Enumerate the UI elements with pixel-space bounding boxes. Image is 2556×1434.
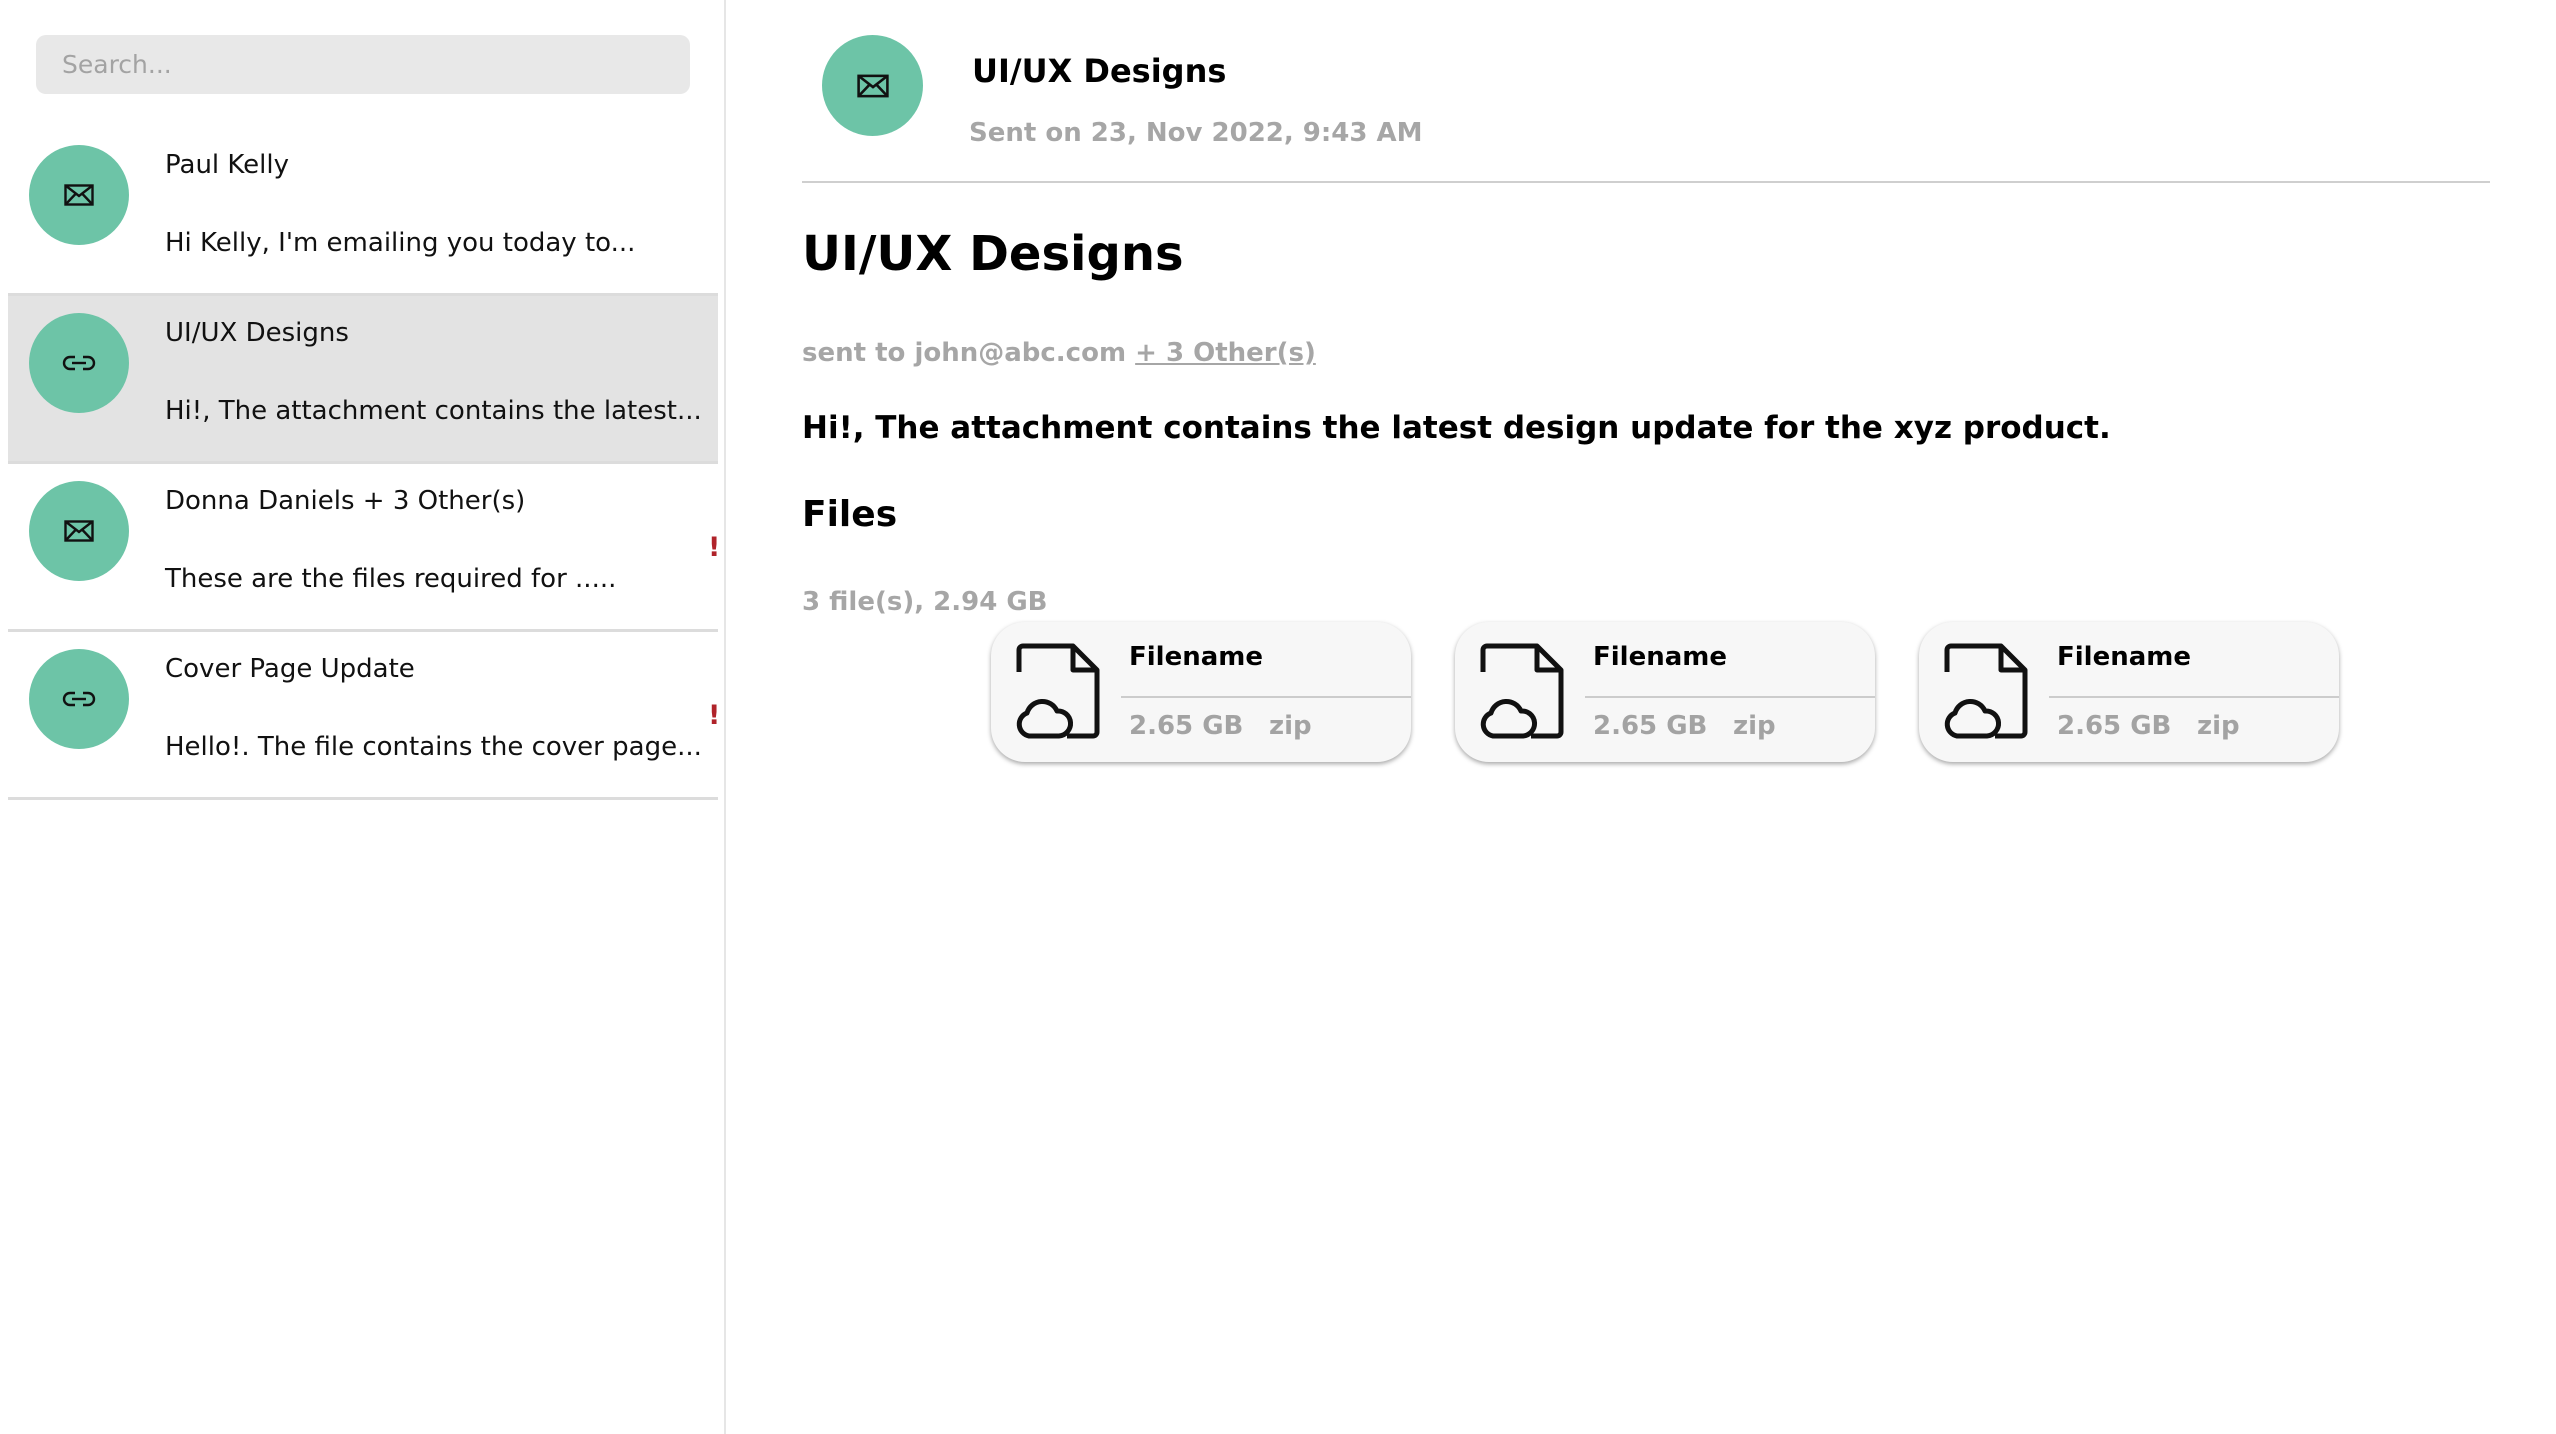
file-name: Filename <box>1593 642 1727 672</box>
file-size: 2.65 GB <box>1129 711 1244 741</box>
mail-preview: Hello!. The file contains the cover page… <box>165 732 702 762</box>
important-flag-icon: ! <box>708 532 721 563</box>
link-icon <box>62 355 96 371</box>
file-card[interactable]: Filename 2.65 GB zip <box>991 622 1411 762</box>
mail-heading: UI/UX Designs <box>802 226 1184 282</box>
mail-item-uiux-designs[interactable]: UI/UX Designs Hi!, The attachment contai… <box>8 296 718 464</box>
file-cloud-icon <box>1480 643 1564 739</box>
header-divider <box>802 181 2490 183</box>
file-size: 2.65 GB <box>1593 711 1708 741</box>
envelope-icon <box>856 74 889 97</box>
mail-sender: UI/UX Designs <box>165 318 349 348</box>
mail-avatar <box>29 481 129 581</box>
mail-avatar <box>29 649 129 749</box>
mail-avatar <box>29 145 129 245</box>
file-extension: zip <box>2197 711 2240 741</box>
file-name: Filename <box>2057 642 2191 672</box>
file-divider <box>1121 696 1411 698</box>
file-divider <box>1585 696 1875 698</box>
mail-list: Paul Kelly Hi Kelly, I'm emailing you to… <box>8 128 721 800</box>
mail-item-donna-daniels[interactable]: Donna Daniels + 3 Other(s) These are the… <box>8 464 721 632</box>
recipients-primary: sent to john@abc.com <box>802 338 1127 368</box>
mail-sender: Cover Page Update <box>165 654 415 684</box>
mail-preview: Hi!, The attachment contains the latest.… <box>165 396 702 426</box>
recipients-others-link[interactable]: + 3 Other(s) <box>1135 338 1316 368</box>
important-flag-icon: ! <box>708 700 721 731</box>
mail-body: Hi!, The attachment contains the latest … <box>802 410 2111 446</box>
file-size: 2.65 GB <box>2057 711 2172 741</box>
file-cloud-icon <box>1016 643 1100 739</box>
mail-preview: These are the files required for ..... <box>165 564 617 594</box>
sent-date: Sent on 23, Nov 2022, 9:43 AM <box>969 118 1423 148</box>
files-summary: 3 file(s), 2.94 GB <box>802 587 1048 617</box>
search-input[interactable] <box>36 35 690 94</box>
sender-avatar <box>822 35 923 136</box>
envelope-icon <box>64 520 94 542</box>
mail-item-cover-page-update[interactable]: Cover Page Update Hello!. The file conta… <box>8 632 721 800</box>
link-icon <box>62 691 96 707</box>
mail-item-paul-kelly[interactable]: Paul Kelly Hi Kelly, I'm emailing you to… <box>8 128 718 296</box>
files-heading: Files <box>802 494 898 535</box>
mail-preview: Hi Kelly, I'm emailing you today to... <box>165 228 636 258</box>
file-card[interactable]: Filename 2.65 GB zip <box>1455 622 1875 762</box>
file-cloud-icon <box>1944 643 2028 739</box>
mail-sender: Paul Kelly <box>165 150 289 180</box>
file-extension: zip <box>1733 711 1776 741</box>
mail-sidebar: Paul Kelly Hi Kelly, I'm emailing you to… <box>0 0 726 1434</box>
file-name: Filename <box>1129 642 1263 672</box>
header-subject: UI/UX Designs <box>972 52 1227 90</box>
file-extension: zip <box>1269 711 1312 741</box>
file-card[interactable]: Filename 2.65 GB zip <box>1919 622 2339 762</box>
envelope-icon <box>64 184 94 206</box>
mail-avatar <box>29 313 129 413</box>
mail-sender: Donna Daniels + 3 Other(s) <box>165 486 526 516</box>
file-divider <box>2049 696 2339 698</box>
mail-detail-pane: UI/UX Designs Sent on 23, Nov 2022, 9:43… <box>726 0 2556 1434</box>
recipients-line: sent to john@abc.com + 3 Other(s) <box>802 338 1316 368</box>
